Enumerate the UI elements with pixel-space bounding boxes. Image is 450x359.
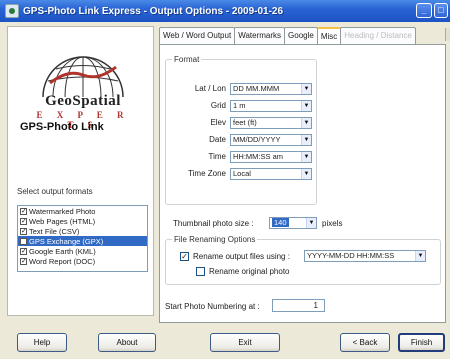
elev-select[interactable]: feet (ft) ▼	[230, 117, 312, 129]
minimize-button[interactable]: _	[416, 3, 432, 18]
format-item-label: Word Report (DOC)	[29, 256, 96, 266]
format-item-gps-exchange[interactable]: GPS Exchange (GPX)	[18, 236, 147, 246]
format-group: Format Lat / Lon DD MM.MMM ▼ Grid 1 m ▼ El…	[165, 55, 317, 205]
grid-select[interactable]: 1 m ▼	[230, 100, 312, 112]
finish-button[interactable]: Finish	[398, 333, 445, 352]
time-select[interactable]: HH:MM:SS am ▼	[230, 151, 312, 163]
file-renaming-group: File Renaming Options ✓ Rename output fi…	[165, 235, 441, 285]
format-item-word-report[interactable]: ✓ Word Report (DOC)	[18, 256, 147, 266]
time-label: Time	[208, 152, 226, 161]
chevron-down-icon: ▼	[306, 218, 316, 228]
format-checkbox[interactable]: ✓	[20, 227, 27, 235]
about-button[interactable]: About	[98, 333, 156, 352]
date-label: Date	[209, 135, 226, 144]
latlon-value: DD MM.MMM	[233, 84, 280, 93]
rename-original-label: Rename original photo	[209, 267, 290, 276]
format-checkbox[interactable]	[20, 237, 27, 245]
format-item-google-earth[interactable]: ✓ Google Earth (KML)	[18, 246, 147, 256]
product-name: GPS-Photo Link	[20, 121, 104, 133]
start-numbering-input[interactable]: 1	[272, 299, 325, 312]
logo-wordmark: GeoSpatial	[45, 93, 121, 109]
window-title: GPS-Photo Link Express - Output Options …	[23, 5, 284, 17]
tab-web-word-output[interactable]: Web / Word Output	[159, 27, 236, 44]
format-item-label: Web Pages (HTML)	[29, 216, 96, 226]
format-item-label: Text File (CSV)	[29, 226, 80, 236]
format-legend: Format	[172, 55, 202, 64]
chevron-down-icon: ▼	[301, 169, 311, 179]
output-formats-list[interactable]: ✓ Watermarked Photo ✓ Web Pages (HTML) ✓ Te…	[17, 205, 148, 272]
geospatial-logo: GeoSpatial E X P E R T S	[28, 39, 138, 131]
rename-pattern-select[interactable]: YYYY-MM-DD HH:MM:SS ▼	[304, 250, 426, 262]
exit-button[interactable]: Exit	[210, 333, 280, 352]
tab-watermarks[interactable]: Watermarks	[234, 27, 286, 44]
grid-value: 1 m	[233, 101, 246, 110]
format-item-label: GPS Exchange (GPX)	[29, 236, 104, 246]
grid-label: Grid	[210, 101, 226, 110]
rename-original-checkbox[interactable]	[196, 267, 205, 276]
elev-value: feet (ft)	[233, 118, 257, 127]
thumbnail-size-label: Thumbnail photo size :	[173, 219, 254, 228]
timezone-select[interactable]: Local ▼	[230, 168, 312, 180]
rename-output-label: Rename output files using :	[193, 252, 290, 261]
maximize-button[interactable]: □	[434, 3, 448, 18]
tab-scroll-arrows[interactable]	[445, 28, 450, 41]
format-item-watermarked-photo[interactable]: ✓ Watermarked Photo	[18, 206, 147, 216]
chevron-down-icon: ▼	[301, 118, 311, 128]
tab-misc[interactable]: Misc	[316, 27, 342, 45]
format-item-web-pages[interactable]: ✓ Web Pages (HTML)	[18, 216, 147, 226]
format-checkbox[interactable]: ✓	[20, 207, 27, 215]
latlon-select[interactable]: DD MM.MMM ▼	[230, 83, 312, 95]
date-value: MM/DD/YYYY	[233, 135, 281, 144]
format-item-text-file[interactable]: ✓ Text File (CSV)	[18, 226, 147, 236]
chevron-down-icon: ▼	[415, 251, 425, 261]
format-item-label: Google Earth (KML)	[29, 246, 96, 256]
chevron-down-icon: ▼	[301, 101, 311, 111]
tab-heading-distance[interactable]: Heading / Distance	[340, 27, 416, 44]
format-checkbox[interactable]: ✓	[20, 247, 27, 255]
format-checkbox[interactable]: ✓	[20, 257, 27, 265]
sidebar-panel: GeoSpatial E X P E R T S GPS-Photo Link …	[7, 26, 154, 316]
chevron-down-icon: ▼	[301, 152, 311, 162]
timezone-value: Local	[233, 169, 251, 178]
app-icon	[5, 4, 19, 18]
file-renaming-legend: File Renaming Options	[172, 235, 258, 244]
chevron-down-icon: ▼	[301, 135, 311, 145]
chevron-down-icon: ▼	[301, 84, 311, 94]
timezone-label: Time Zone	[188, 169, 226, 178]
tab-strip: Web / Word Output Watermarks Google Misc…	[159, 27, 416, 45]
rename-pattern-value: YYYY-MM-DD HH:MM:SS	[307, 251, 395, 260]
title-bar: GPS-Photo Link Express - Output Options …	[0, 0, 450, 22]
tab-google[interactable]: Google	[284, 27, 318, 44]
elev-label: Elev	[210, 118, 226, 127]
date-select[interactable]: MM/DD/YYYY ▼	[230, 134, 312, 146]
thumbnail-size-select[interactable]: 140 ▼	[269, 217, 317, 229]
globe-logo-icon	[42, 56, 124, 98]
latlon-label: Lat / Lon	[194, 84, 226, 93]
start-numbering-label: Start Photo Numbering at :	[165, 302, 260, 311]
select-formats-label: Select output formats	[17, 187, 93, 196]
help-button[interactable]: Help	[17, 333, 67, 352]
format-item-label: Watermarked Photo	[29, 206, 96, 216]
format-checkbox[interactable]: ✓	[20, 217, 27, 225]
thumbnail-unit: pixels	[322, 219, 343, 228]
time-value: HH:MM:SS am	[233, 152, 284, 161]
back-button[interactable]: < Back	[340, 333, 390, 352]
thumbnail-size-value: 140	[272, 218, 289, 227]
misc-tab-panel: Format Lat / Lon DD MM.MMM ▼ Grid 1 m ▼ El…	[159, 44, 446, 323]
rename-output-checkbox[interactable]: ✓	[180, 252, 189, 261]
